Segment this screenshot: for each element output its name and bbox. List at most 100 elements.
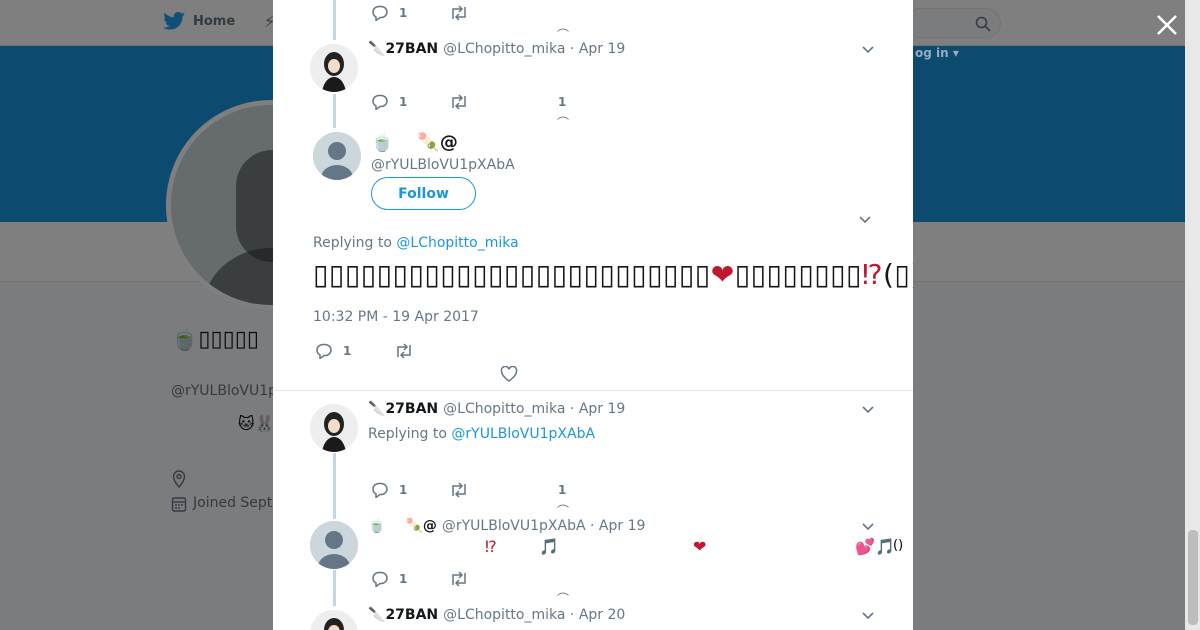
thread-line [333,570,336,606]
tweet-header: 🔪 27BAN @LChopitto_mika · Apr 20 [368,607,625,623]
tweet-text: ▯▯▯▯▯▯▯▯▯▯▯▯▯▯▯▯▯▯▯▯▯▯▯▯▯❤▯▯▯▯▯▯▯▯⁉(▯) [313,258,913,291]
display-name[interactable]: 27BAN [385,401,438,417]
replying-to: Replying to @LChopitto_mika [313,235,519,251]
knife-emoji: 🔪 [368,607,386,623]
close-icon[interactable] [1154,12,1180,38]
chevron-down-icon[interactable] [861,611,875,621]
music-note-emoji: 🎵 [875,537,895,556]
retweet-icon [397,343,411,359]
replying-to: Replying to @rYULBloVU1pXAbA [368,426,595,442]
thread-line [333,453,336,519]
dango-emoji: 🍡 [417,132,440,153]
thread-line [333,94,336,128]
tweet-header: 🔪 27BAN @LChopitto_mika · Apr 19 [368,401,625,417]
retweet-icon [452,5,466,21]
replying-label: Replying to [368,426,452,442]
tweet-date[interactable]: · Apr 19 [570,401,625,417]
like-count[interactable]: 1 [558,483,566,497]
chevron-down-icon[interactable] [861,45,875,55]
replying-handle-link[interactable]: @rYULBloVU1pXAbA [451,426,595,442]
tweet-text-end: (▯) [882,258,913,291]
heart-emoji: ❤ [710,258,735,291]
tweet-timestamp[interactable]: 10:32 PM - 19 Apr 2017 [313,309,479,325]
tweet-text-end: () [893,538,904,553]
reply-count: 1 [399,6,408,20]
chevron-down-icon[interactable] [861,405,875,415]
reply-icon [372,482,388,498]
replying-handle-link[interactable]: @LChopitto_mika [396,235,518,251]
divider [273,390,913,391]
like-action[interactable] [500,366,518,382]
like-count[interactable]: 1 [558,95,566,109]
login-link[interactable]: og in ▾ [915,46,959,60]
avatar[interactable] [310,521,358,569]
reply-action[interactable]: 1 [315,343,351,359]
chevron-down-icon[interactable] [858,215,872,225]
avatar[interactable] [310,610,358,630]
display-name[interactable]: 27BAN [385,41,438,57]
scrollbar-thumb[interactable] [1188,530,1198,625]
scrollbar[interactable] [1185,0,1200,630]
reply-count: 1 [343,344,352,358]
reply-action[interactable]: 1 [371,94,407,110]
name-at[interactable]: @ [423,518,437,534]
retweet-action[interactable] [449,571,469,587]
avatar[interactable] [310,404,358,452]
avatar[interactable] [313,132,361,180]
tweet-date[interactable]: · Apr 20 [570,607,625,623]
more-replies-indicator: ⌒ [557,504,570,518]
display-name[interactable]: 27BAN [385,607,438,623]
main-tweet-handle[interactable]: @rYULBloVU1pXAbA [371,157,515,173]
retweet-icon [452,571,466,587]
main-tweet-name[interactable]: 🍵 🍡 @ [371,132,458,153]
user-handle[interactable]: @LChopitto_mika [443,401,565,417]
user-handle[interactable]: @rYULBloVU1pXAbA [442,518,586,534]
reply-icon [372,94,388,110]
two-hearts-emoji: 💕 [855,537,875,556]
reply-icon [316,343,332,359]
dango-emoji: 🍡 [405,518,423,534]
user-avatar-image [310,44,358,92]
tweet-header: 🍵 🍡 @ @rYULBloVU1pXAbA · Apr 19 [368,518,645,534]
reply-count: 1 [399,483,408,497]
more-replies-indicator: ⌒ [557,592,570,606]
follow-button[interactable]: Follow [371,177,476,210]
tweet-text-part2: ▯▯▯▯▯▯▯▯ [734,258,862,291]
tweet-header: 🔪 27BAN @LChopitto_mika · Apr 19 [368,41,625,57]
heart-icon [500,366,518,382]
tweet-date[interactable]: · Apr 19 [590,518,645,534]
chevron-down-icon[interactable] [861,522,875,532]
reply-count: 1 [399,572,408,586]
reply-action[interactable]: 1 [371,482,407,498]
replying-label: Replying to [313,235,397,251]
retweet-action[interactable] [449,482,469,498]
reply-action[interactable]: 1 [371,5,407,21]
reply-icon [372,571,388,587]
user-avatar-image [310,610,358,630]
interrobang-emoji: ⁉ [861,258,883,291]
retweet-icon [452,482,466,498]
retweet-action[interactable] [449,5,469,21]
avatar[interactable] [310,44,358,92]
reply-action[interactable]: 1 [371,571,407,587]
default-avatar-icon [313,132,361,180]
knife-emoji: 🔪 [368,401,386,417]
tweet-text-part1: ▯▯▯▯▯▯▯▯▯▯▯▯▯▯▯▯▯▯▯▯▯▯▯▯▯ [313,258,711,291]
default-avatar-icon [310,521,358,569]
interrobang-emoji: ⁉ [485,537,497,556]
retweet-icon [452,94,466,110]
retweet-action[interactable] [449,94,469,110]
heart-emoji: ❤ [693,537,707,556]
more-replies-indicator: ⌒ [557,116,570,130]
user-handle[interactable]: @LChopitto_mika [443,607,565,623]
tweet-date[interactable]: · Apr 19 [570,41,625,57]
reply-count: 1 [399,95,408,109]
user-handle[interactable]: @LChopitto_mika [443,41,565,57]
music-note-emoji: 🎵 [539,537,559,556]
thread-line [333,0,336,40]
name-at: @ [439,132,458,153]
tweet-modal: 1 ⌒ 🔪 27BAN @LChopitto_mika · Apr 19 1 1… [273,0,913,630]
retweet-action[interactable] [394,343,414,359]
knife-emoji: 🔪 [368,41,386,57]
reply-icon [372,5,388,21]
